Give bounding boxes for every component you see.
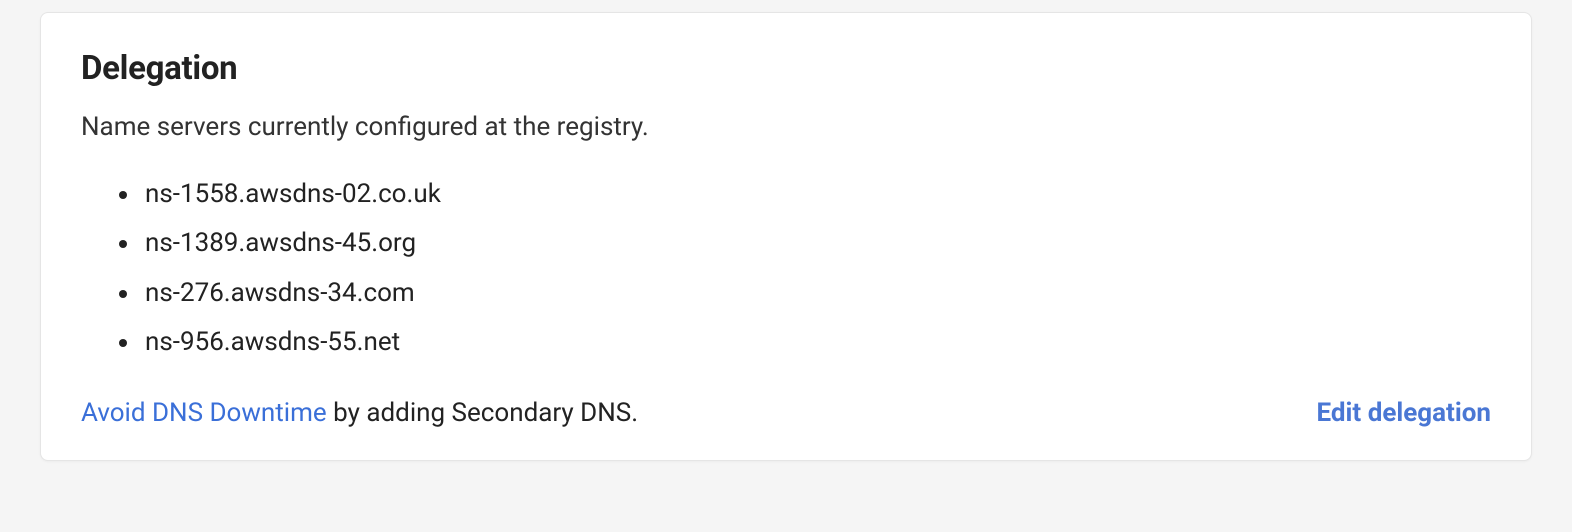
delegation-card: Delegation Name servers currently config… [40, 12, 1532, 461]
footer-trailing-text: by adding Secondary DNS. [327, 398, 638, 428]
footer-text: Avoid DNS Downtime by adding Secondary D… [81, 398, 638, 428]
card-footer: Avoid DNS Downtime by adding Secondary D… [81, 398, 1491, 428]
card-title: Delegation [81, 49, 1491, 88]
card-description: Name servers currently configured at the… [81, 112, 1491, 142]
edit-delegation-link[interactable]: Edit delegation [1317, 398, 1491, 428]
avoid-dns-downtime-link[interactable]: Avoid DNS Downtime [81, 398, 327, 428]
name-server-item: ns-956.awsdns-55.net [141, 318, 1491, 367]
name-server-item: ns-1389.awsdns-45.org [141, 219, 1491, 268]
name-server-list: ns-1558.awsdns-02.co.uk ns-1389.awsdns-4… [81, 170, 1491, 368]
name-server-item: ns-1558.awsdns-02.co.uk [141, 170, 1491, 219]
name-server-item: ns-276.awsdns-34.com [141, 269, 1491, 318]
